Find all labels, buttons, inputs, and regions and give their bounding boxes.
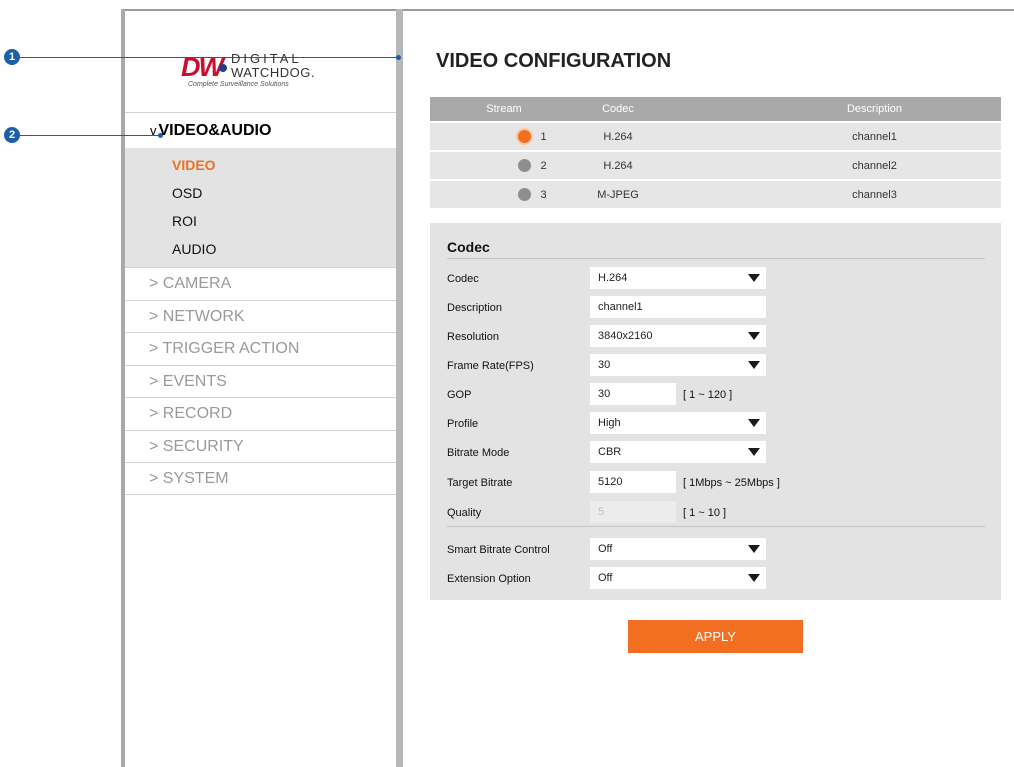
frame-rate-value: 30 <box>598 359 611 371</box>
resolution-label: Resolution <box>447 331 499 343</box>
column-header-codec: Codec <box>602 103 634 115</box>
target-bitrate-label: Target Bitrate <box>447 477 513 489</box>
sidebar-subitem-roi[interactable]: ROI <box>125 207 396 235</box>
codec-cell: M-JPEG <box>597 188 639 201</box>
table-row[interactable]: 2 H.264 channel2 <box>430 150 1001 179</box>
column-header-stream: Stream <box>486 103 522 115</box>
codec-cell: H.264 <box>603 159 633 172</box>
logo-mark: DW <box>181 52 224 82</box>
sidebar-item-network[interactable]: > NETWORK <box>125 299 396 333</box>
extension-option-value: Off <box>598 572 613 584</box>
gop-input[interactable]: 30 <box>590 383 676 405</box>
frame-top-border <box>122 9 1014 11</box>
dropdown-arrow-icon <box>748 419 760 427</box>
bitrate-mode-label: Bitrate Mode <box>447 447 510 459</box>
description-label: Description <box>447 302 503 314</box>
column-header-description: Description <box>846 103 903 115</box>
resolution-value: 3840x2160 <box>598 330 653 342</box>
dropdown-arrow-icon <box>748 274 760 282</box>
frame-divider <box>396 9 403 767</box>
sidebar-item-security[interactable]: > SECURITY <box>125 429 396 463</box>
codec-label: Codec <box>447 273 479 285</box>
extension-option-label: Extension Option <box>447 573 531 585</box>
target-bitrate-input[interactable]: 5120 <box>590 471 676 493</box>
chevron-down-icon: v <box>150 123 157 138</box>
stream-cell: 3 <box>430 188 578 201</box>
frame-rate-label: Frame Rate(FPS) <box>447 360 534 372</box>
smart-bitrate-label: Smart Bitrate Control <box>447 544 550 556</box>
stream-radio-button[interactable] <box>517 130 531 143</box>
logo-dot-icon <box>219 64 227 72</box>
bitrate-mode-select[interactable]: CBR <box>590 441 766 463</box>
dropdown-arrow-icon <box>748 448 760 456</box>
sidebar-item-camera[interactable]: > CAMERA <box>125 267 396 300</box>
dropdown-arrow-icon <box>748 332 760 340</box>
sidebar-item-record[interactable]: > RECORD <box>125 397 396 430</box>
extension-option-select[interactable]: Off <box>590 567 766 589</box>
stream-table: Stream Codec Description 1 H.264 channel… <box>430 97 1001 208</box>
stream-cell: 2 <box>430 159 578 172</box>
stream-number: 1 <box>540 130 547 143</box>
sidebar-subitem-osd[interactable]: OSD <box>125 179 396 207</box>
codec-value: H.264 <box>598 272 628 284</box>
sidebar-item-system[interactable]: > SYSTEM <box>125 462 396 495</box>
gop-range-hint: [ 1 ~ 120 ] <box>683 389 733 401</box>
dropdown-arrow-icon <box>748 574 760 582</box>
logo-tagline: Complete Surveillance Solutions <box>188 81 289 88</box>
page-title: VIDEO CONFIGURATION <box>436 50 672 72</box>
dropdown-arrow-icon <box>748 545 760 553</box>
bitrate-mode-value: CBR <box>598 446 622 458</box>
sidebar-nav: v VIDEO&AUDIO VIDEO OSD ROI AUDIO > CAME… <box>125 112 396 495</box>
sidebar-subitem-video[interactable]: VIDEO <box>125 151 396 179</box>
sidebar-item-events[interactable]: > EVENTS <box>125 364 396 398</box>
quality-range-hint: [ 1 ~ 10 ] <box>683 507 727 519</box>
apply-button[interactable]: APPLY <box>628 620 803 653</box>
profile-value: High <box>598 417 621 429</box>
sidebar-section-video-audio[interactable]: v VIDEO&AUDIO <box>125 112 396 148</box>
sidebar-subitem-audio[interactable]: AUDIO <box>125 235 396 263</box>
callout-1-marker: 1 <box>4 49 20 65</box>
description-cell: channel3 <box>852 188 897 201</box>
resolution-select[interactable]: 3840x2160 <box>590 325 766 347</box>
frame-rate-select[interactable]: 30 <box>590 354 766 376</box>
gop-label: GOP <box>447 389 472 401</box>
quality-input: 5 <box>590 501 676 523</box>
panel-title: Codec <box>447 239 490 255</box>
table-row[interactable]: 1 H.264 channel1 <box>430 121 1001 150</box>
stream-cell: 1 <box>430 130 578 143</box>
target-bitrate-range-hint: [ 1Mbps ~ 25Mbps ] <box>683 477 780 489</box>
profile-select[interactable]: High <box>590 412 766 434</box>
smart-bitrate-select[interactable]: Off <box>590 538 766 560</box>
logo-line-1: DIGITAL <box>231 51 302 66</box>
brand-logo[interactable]: DW DIGITAL WATCHDOG. Complete Surveillan… <box>181 48 341 94</box>
callout-2-marker: 2 <box>4 127 20 143</box>
stream-number: 2 <box>540 159 547 172</box>
panel-divider <box>447 526 985 527</box>
stream-radio-button[interactable] <box>517 159 531 172</box>
sidebar-section-label: VIDEO&AUDIO <box>158 121 272 139</box>
quality-label: Quality <box>447 507 482 519</box>
panel-divider <box>447 258 985 259</box>
sidebar-item-trigger-action[interactable]: > TRIGGER ACTION <box>125 332 396 365</box>
codec-settings-panel: Codec Codec H.264 Description channel1 R… <box>430 223 1001 600</box>
description-cell: channel2 <box>852 159 897 172</box>
callout-1-endpoint <box>396 55 401 60</box>
sidebar-submenu: VIDEO OSD ROI AUDIO <box>125 148 396 267</box>
description-input[interactable]: channel1 <box>590 296 766 318</box>
smart-bitrate-value: Off <box>598 543 613 555</box>
stream-radio-button[interactable] <box>517 188 531 201</box>
codec-cell: H.264 <box>603 130 633 143</box>
stream-table-header: Stream Codec Description <box>430 97 1001 121</box>
description-cell: channel1 <box>852 130 897 143</box>
dropdown-arrow-icon <box>748 361 760 369</box>
profile-label: Profile <box>447 418 479 430</box>
codec-select[interactable]: H.264 <box>590 267 766 289</box>
stream-number: 3 <box>540 188 547 201</box>
logo-line-2: WATCHDOG. <box>231 65 315 80</box>
table-row[interactable]: 3 M-JPEG channel3 <box>430 179 1001 208</box>
